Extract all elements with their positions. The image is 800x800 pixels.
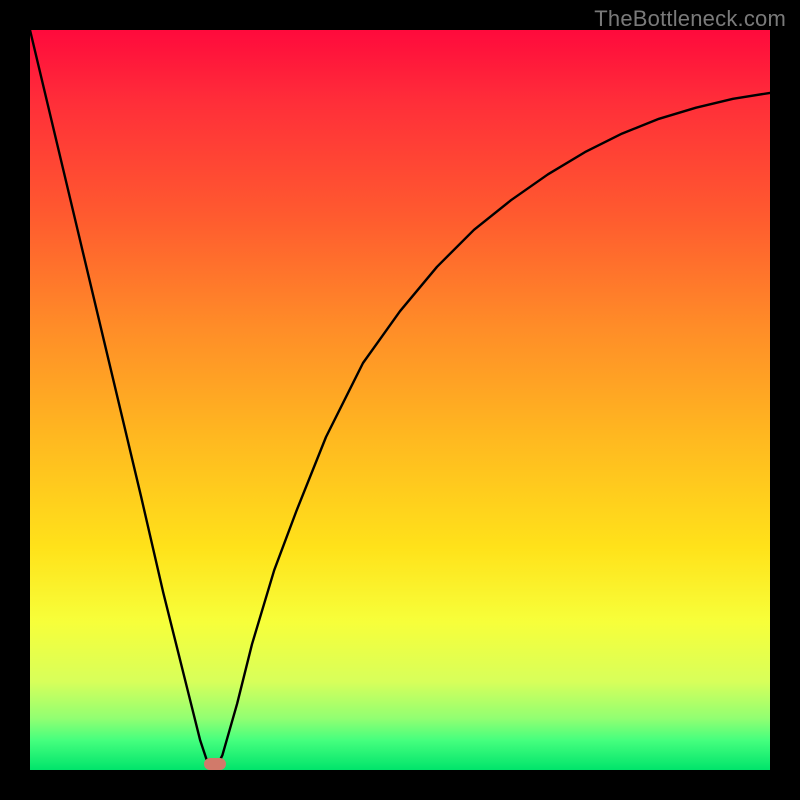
plot-area [30,30,770,770]
optimum-marker [204,758,226,770]
watermark-text: TheBottleneck.com [594,6,786,32]
bottleneck-curve [30,30,770,770]
chart-frame: TheBottleneck.com [0,0,800,800]
